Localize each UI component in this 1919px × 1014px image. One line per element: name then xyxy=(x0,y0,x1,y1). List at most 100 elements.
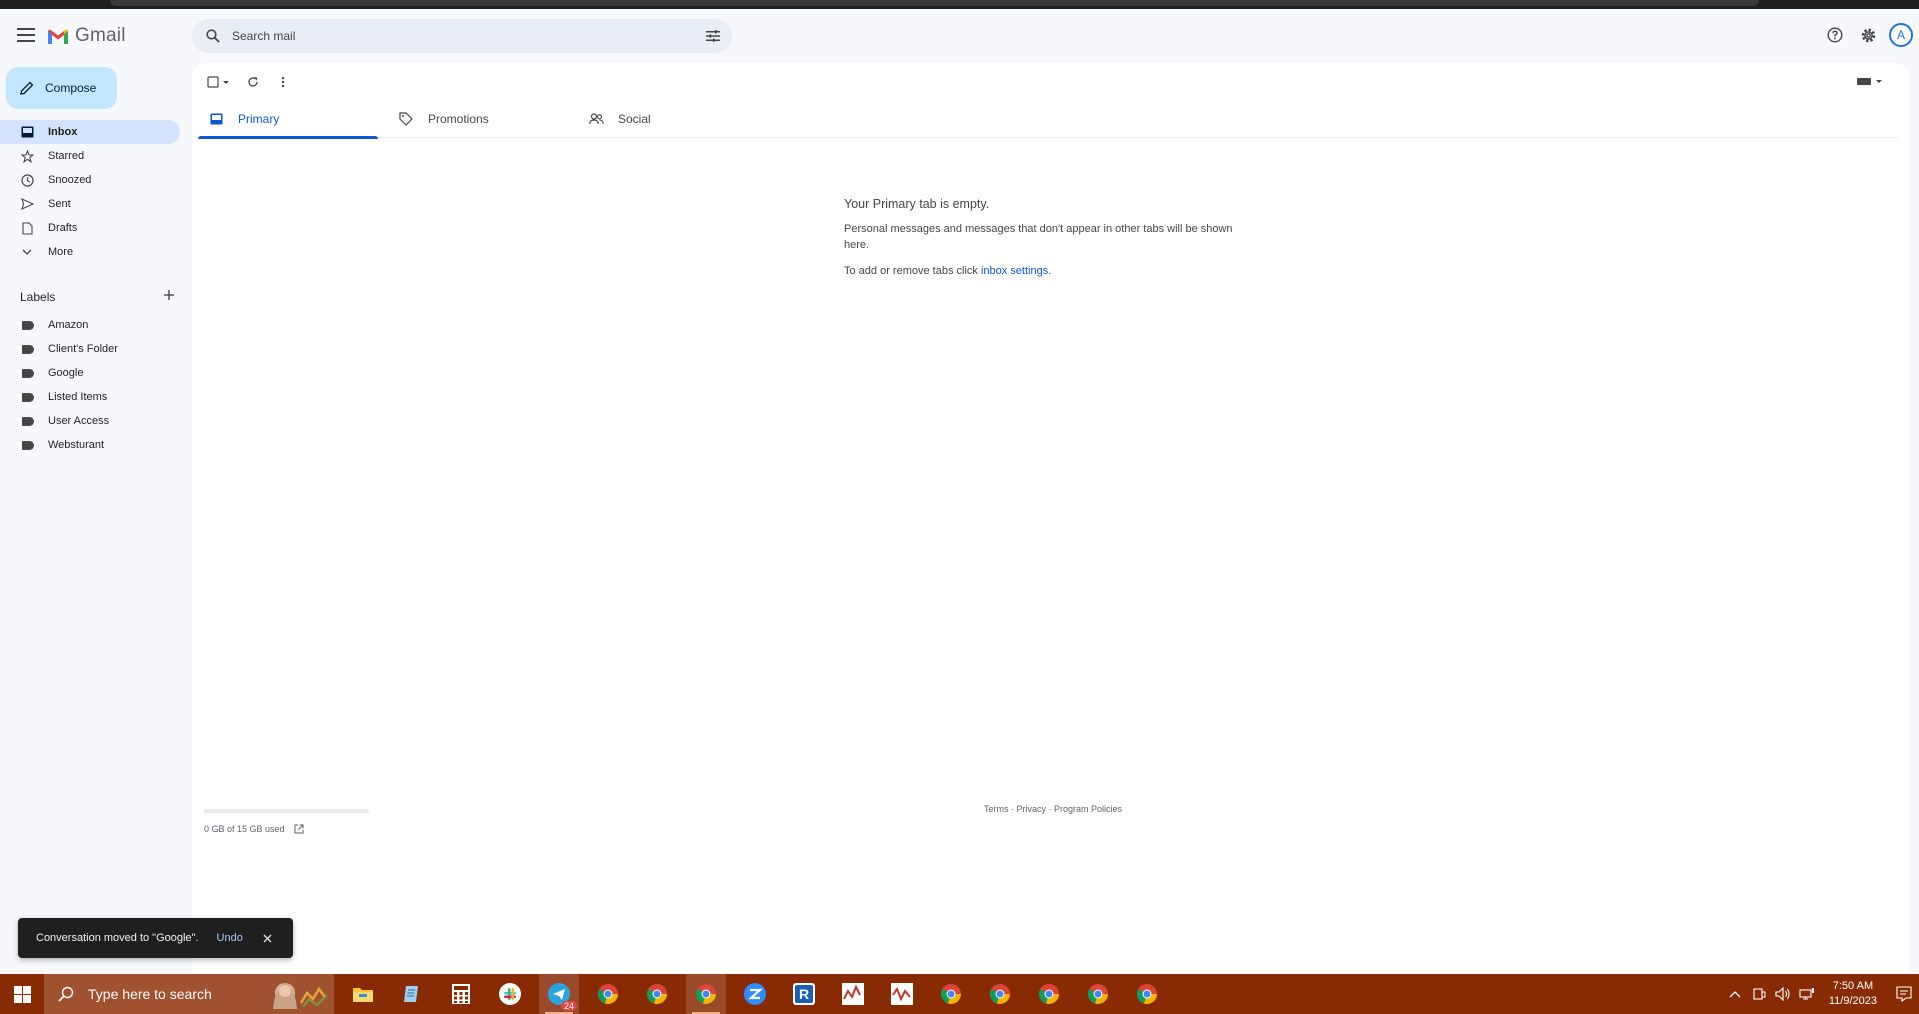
label-item-clients-folder[interactable]: Client's Folder xyxy=(0,337,180,361)
taskbar-calculator[interactable] xyxy=(441,974,481,1014)
taskbar-chrome-5[interactable] xyxy=(980,974,1020,1014)
device-icon[interactable] xyxy=(1749,984,1769,1004)
clock-date: 11/9/2023 xyxy=(1828,995,1877,1007)
more-options-icon[interactable] xyxy=(272,71,294,93)
tab-promotions[interactable]: Promotions xyxy=(388,99,578,138)
empty-state: Your Primary tab is empty. Personal mess… xyxy=(844,197,1254,289)
notification-center-icon[interactable] xyxy=(1889,974,1919,1014)
chevron-down-icon xyxy=(20,245,34,259)
sidebar-item-label: Snoozed xyxy=(48,174,92,186)
header: Gmail A xyxy=(0,9,1919,63)
sidebar-item-sent[interactable]: Sent xyxy=(0,192,180,216)
zoom-icon xyxy=(744,983,766,1005)
snackbar: Conversation moved to "Google". Undo xyxy=(18,918,293,958)
taskbar-chrome-3[interactable] xyxy=(686,974,726,1014)
label-item-listed-items[interactable]: Listed Items xyxy=(0,385,180,409)
volume-icon[interactable] xyxy=(1773,984,1793,1004)
clock-icon xyxy=(20,173,34,187)
storage-bar xyxy=(204,809,369,813)
taskbar-clock[interactable]: 7:50 AM 11/9/2023 xyxy=(1829,979,1877,1009)
settings-gear-icon[interactable] xyxy=(1856,23,1880,47)
star-icon xyxy=(20,149,34,163)
tag-icon xyxy=(398,111,414,127)
account-avatar[interactable]: A xyxy=(1889,23,1913,47)
add-label-icon[interactable] xyxy=(163,288,175,306)
sidebar-item-snoozed[interactable]: Snoozed xyxy=(0,168,180,192)
label-item-amazon[interactable]: Amazon xyxy=(0,313,180,337)
gmail-logo[interactable]: Gmail xyxy=(47,25,126,47)
taskbar-chrome-8[interactable] xyxy=(1127,974,1167,1014)
label-item-websturant[interactable]: Websturant xyxy=(0,433,180,457)
inbox-icon xyxy=(208,111,224,127)
main-menu-button[interactable] xyxy=(14,23,38,47)
sidebar-item-drafts[interactable]: Drafts xyxy=(0,216,180,240)
program-policies-link[interactable]: Program Policies xyxy=(1054,804,1122,814)
undo-button[interactable]: Undo xyxy=(217,932,243,944)
taskbar-app-r[interactable]: R xyxy=(784,974,824,1014)
sidebar-item-label: Sent xyxy=(48,198,71,210)
search-bar[interactable] xyxy=(192,19,732,53)
search-options-icon[interactable] xyxy=(704,27,722,45)
taskbar-app-chart-2[interactable] xyxy=(882,974,922,1014)
taskbar-slack[interactable] xyxy=(490,974,530,1014)
terms-link[interactable]: Terms xyxy=(984,804,1009,814)
taskbar-search-placeholder: Type here to search xyxy=(88,986,212,1002)
chrome-icon xyxy=(1038,984,1059,1004)
select-all-checkbox[interactable] xyxy=(204,71,234,93)
taskbar-search-box[interactable]: Type here to search xyxy=(44,974,334,1014)
network-icon[interactable] xyxy=(1797,984,1817,1004)
sidebar-item-starred[interactable]: Starred xyxy=(0,144,180,168)
help-icon[interactable] xyxy=(1823,23,1847,47)
telegram-badge: 24 xyxy=(560,1001,577,1011)
taskbar-app-chart-1[interactable] xyxy=(833,974,873,1014)
chrome-icon xyxy=(940,984,961,1004)
windows-start-button[interactable] xyxy=(0,974,44,1014)
label-name: Listed Items xyxy=(48,391,108,403)
footer-links: Terms · Privacy · Program Policies xyxy=(984,804,1123,814)
windows-logo-icon xyxy=(13,985,31,1003)
search-highlight-icon xyxy=(262,978,334,1010)
taskbar-telegram[interactable]: 24 xyxy=(539,974,579,1014)
taskbar-chrome-4[interactable] xyxy=(931,974,971,1014)
tab-primary[interactable]: Primary xyxy=(198,99,388,139)
hamburger-icon xyxy=(17,28,35,42)
label-name: Client's Folder xyxy=(48,343,118,355)
label-name: Websturant xyxy=(48,439,105,451)
taskbar-chrome-2[interactable] xyxy=(637,974,677,1014)
taskbar-zoom[interactable] xyxy=(735,974,775,1014)
labels-title: Labels xyxy=(20,290,56,304)
taskbar-chrome-6[interactable] xyxy=(1029,974,1069,1014)
inbox-settings-link[interactable]: inbox settings xyxy=(981,265,1048,277)
search-input[interactable] xyxy=(232,29,672,43)
chrome-icon xyxy=(695,984,716,1004)
windows-taskbar: Type here to search 24 R 7:50 AM 11/9/20… xyxy=(0,974,1919,1014)
empty-heading: Your Primary tab is empty. xyxy=(844,197,990,211)
refresh-icon[interactable] xyxy=(242,71,264,93)
label-item-user-access[interactable]: User Access xyxy=(0,409,180,433)
search-icon xyxy=(58,985,76,1003)
svg-text:R: R xyxy=(799,986,809,1002)
slack-icon xyxy=(499,983,521,1005)
r-app-icon: R xyxy=(793,983,815,1005)
show-hidden-icons-chevron-up-icon[interactable] xyxy=(1725,984,1745,1004)
tab-label: Primary xyxy=(238,111,280,126)
tab-social[interactable]: Social xyxy=(578,99,768,138)
external-link-icon[interactable] xyxy=(293,823,305,835)
label-tag-icon xyxy=(22,440,34,450)
sidebar-item-inbox[interactable]: Inbox xyxy=(0,120,180,144)
empty-body: Personal messages and messages that don'… xyxy=(844,223,1233,251)
privacy-link[interactable]: Privacy xyxy=(1017,804,1047,814)
storage-text: 0 GB of 15 GB used xyxy=(204,824,285,834)
sidebar-item-more[interactable]: More xyxy=(0,240,180,264)
gmail-m-icon xyxy=(48,29,68,44)
close-icon[interactable] xyxy=(261,931,275,945)
input-tools-keyboard-icon[interactable] xyxy=(1855,72,1885,90)
taskbar-notepad[interactable] xyxy=(392,974,432,1014)
label-item-google[interactable]: Google xyxy=(0,361,180,385)
taskbar-chrome-7[interactable] xyxy=(1078,974,1118,1014)
taskbar-file-explorer[interactable] xyxy=(343,974,383,1014)
compose-button[interactable]: Compose xyxy=(6,67,117,109)
search-icon[interactable] xyxy=(204,27,222,45)
taskbar-chrome-1[interactable] xyxy=(588,974,628,1014)
mail-toolbar xyxy=(204,71,302,93)
